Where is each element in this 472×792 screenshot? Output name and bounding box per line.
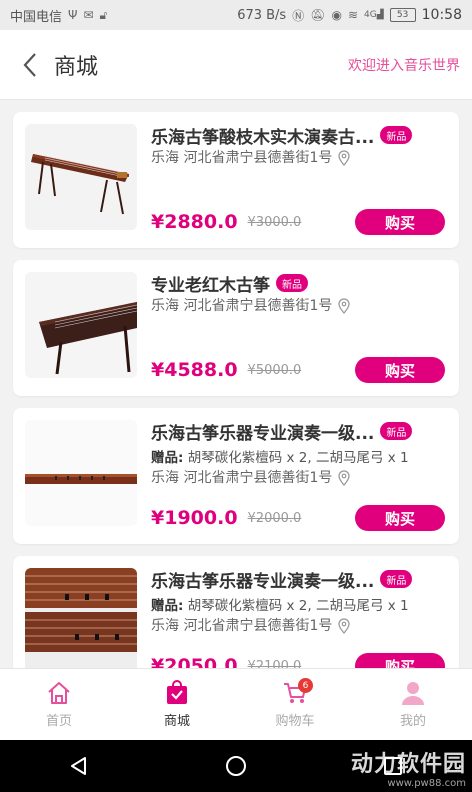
new-badge: 新品: [380, 422, 413, 440]
home-icon: [48, 682, 70, 704]
user-icon: [402, 682, 424, 705]
new-badge: 新品: [276, 274, 308, 292]
product-name[interactable]: 乐海古筝乐器专业演奏一级...: [151, 419, 374, 444]
tab-home[interactable]: 首页: [0, 669, 118, 740]
product-image[interactable]: [25, 568, 137, 668]
location-pin-icon: [338, 150, 351, 166]
product-address: 乐海 河北省肃宁县德善街1号: [151, 616, 445, 636]
product-card[interactable]: 乐海古筝酸枝木实木演奏古... 新品 乐海 河北省肃宁县德善街1号 ¥2880.…: [13, 112, 459, 248]
product-price: ¥2880.0: [151, 211, 238, 233]
back-button[interactable]: [8, 43, 52, 87]
product-card[interactable]: 乐海古筝乐器专业演奏一级... 新品 赠品: 胡琴碳化紫檀码 x 2, 二胡马尾…: [13, 408, 459, 544]
location-pin-icon: [338, 298, 351, 314]
tab-cart[interactable]: 6 购物车: [236, 669, 354, 740]
clock: 10:58: [421, 7, 462, 23]
nav-back-button[interactable]: [59, 746, 99, 786]
shop-bag-icon: [167, 680, 187, 704]
product-price: ¥1900.0: [151, 507, 238, 529]
tab-label: 购物车: [275, 714, 315, 729]
product-image[interactable]: [25, 420, 137, 526]
original-price: ¥3000.0: [247, 214, 302, 230]
status-bar: 中国电信 Ψ ✉ 🔓︎ 673 B/s Ⓝ 🔕︎ ◉ ≋ 4G▟ 53 10:5…: [0, 0, 472, 30]
tab-label: 我的: [399, 714, 426, 729]
buy-button[interactable]: 购买: [355, 505, 445, 531]
buy-button[interactable]: 购买: [355, 653, 445, 668]
page-title: 商城: [54, 54, 99, 80]
welcome-text: 欢迎进入音乐世界: [348, 57, 460, 74]
tab-shop[interactable]: 商城: [118, 669, 236, 740]
eye-icon: ◉: [331, 8, 342, 22]
original-price: ¥2100.0: [247, 658, 302, 669]
product-card[interactable]: 专业老红木古筝 新品 乐海 河北省肃宁县德善街1号 ¥4588.0 ¥5000.…: [13, 260, 459, 396]
product-address: 乐海 河北省肃宁县德善街1号: [151, 148, 445, 168]
cart-count-badge: 6: [298, 678, 313, 693]
location-pin-icon: [338, 618, 351, 634]
chevron-left-icon: [23, 52, 36, 77]
product-price: ¥4588.0: [151, 359, 238, 381]
location-pin-icon: [338, 470, 351, 486]
product-image[interactable]: [25, 124, 137, 230]
watermark-url: www.pw88.com: [387, 778, 466, 789]
buy-button[interactable]: 购买: [355, 209, 445, 235]
gift-info: 赠品: 胡琴碳化紫檀码 x 2, 二胡马尾弓 x 1: [151, 598, 409, 614]
wifi-icon: ≋: [347, 8, 359, 22]
watermark-text: 动力软件园: [350, 752, 466, 777]
bottom-tab-bar: 首页 商城 6 购物车 我的: [0, 668, 472, 740]
product-address: 乐海 河北省肃宁县德善街1号: [151, 468, 445, 488]
tab-label: 首页: [45, 714, 72, 729]
new-badge: 新品: [380, 126, 413, 144]
product-image[interactable]: [25, 272, 137, 378]
product-name[interactable]: 专业老红木古筝: [151, 271, 270, 296]
watermark: 动力软件园 www.pw88.com: [351, 746, 466, 789]
net-speed: 673 B/s: [237, 7, 287, 23]
ime-icon: ✉: [83, 8, 94, 22]
signal-icon: 4G▟: [364, 10, 384, 20]
tab-profile[interactable]: 我的: [354, 669, 472, 740]
circle-home-icon: [225, 756, 246, 776]
product-name[interactable]: 乐海古筝乐器专业演奏一级...: [151, 567, 374, 592]
nav-home-button[interactable]: [216, 746, 256, 786]
original-price: ¥5000.0: [247, 362, 302, 378]
buy-button[interactable]: 购买: [355, 357, 445, 383]
nfc-icon: Ⓝ: [292, 8, 305, 23]
product-price: ¥2050.0: [151, 655, 238, 668]
tab-label: 商城: [163, 714, 190, 729]
triangle-back-icon: [70, 757, 86, 775]
battery-icon: 53: [389, 8, 416, 22]
carrier-label: 中国电信: [10, 9, 63, 25]
gift-info: 赠品: 胡琴碳化紫檀码 x 2, 二胡马尾弓 x 1: [151, 450, 409, 466]
product-name[interactable]: 乐海古筝酸枝木实木演奏古...: [151, 123, 374, 148]
app-header: 商城 欢迎进入音乐世界: [0, 30, 472, 100]
product-list[interactable]: 乐海古筝酸枝木实木演奏古... 新品 乐海 河北省肃宁县德善街1号 ¥2880.…: [0, 100, 472, 668]
unlock-icon: 🔓︎: [99, 7, 108, 22]
product-address: 乐海 河北省肃宁县德善街1号: [151, 296, 445, 316]
mute-icon: 🔕︎: [310, 8, 326, 22]
original-price: ¥2000.0: [247, 510, 302, 526]
usb-icon: Ψ: [68, 8, 78, 22]
new-badge: 新品: [380, 570, 413, 588]
product-card[interactable]: 乐海古筝乐器专业演奏一级... 新品 赠品: 胡琴碳化紫檀码 x 2, 二胡马尾…: [13, 556, 459, 668]
